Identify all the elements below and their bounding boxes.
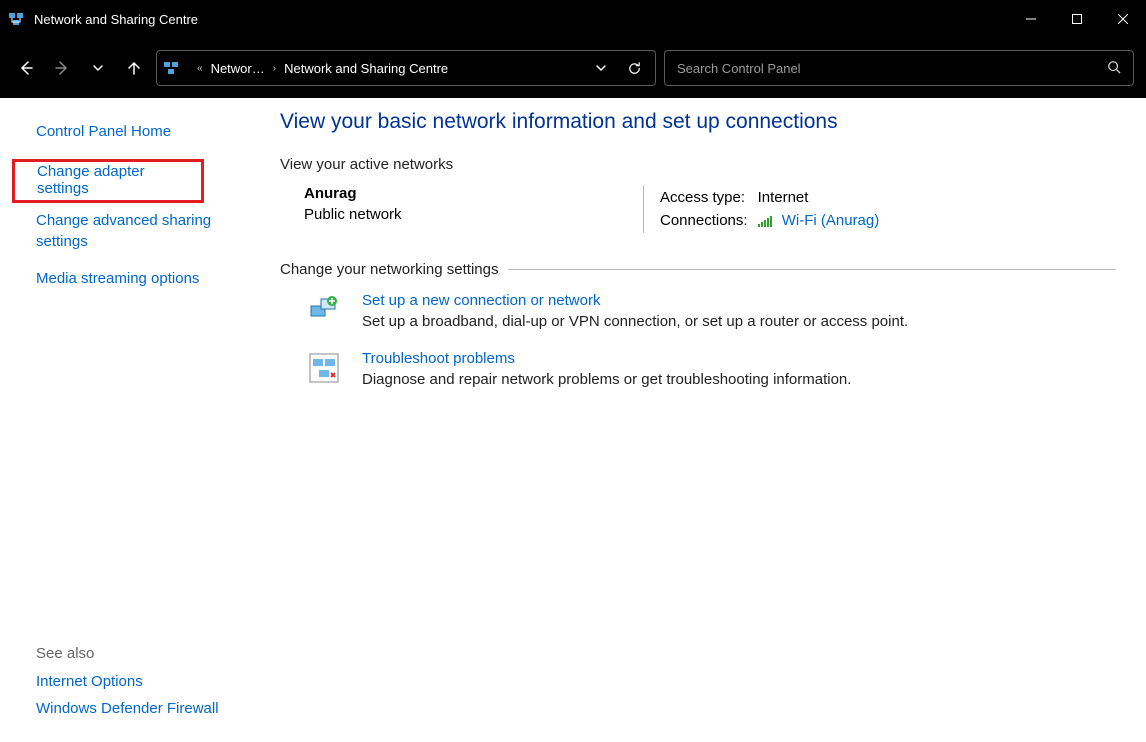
connections-label: Connections: [660, 210, 756, 231]
troubleshoot-desc: Diagnose and repair network problems or … [362, 371, 851, 388]
setup-connection-row: Set up a new connection or network Set u… [306, 292, 1116, 330]
minimize-button[interactable] [1008, 0, 1054, 38]
setup-connection-desc: Set up a broadband, dial-up or VPN conne… [362, 313, 908, 330]
settings-section-divider: Change your networking settings [280, 261, 1116, 278]
refresh-button[interactable] [619, 53, 649, 83]
active-network-row: Anurag Public network Access type: Inter… [304, 185, 1116, 233]
titlebar: Network and Sharing Centre [0, 0, 1146, 38]
chevron-left-icon[interactable]: « [193, 63, 207, 74]
troubleshoot-icon [306, 350, 342, 386]
network-sharing-icon [163, 60, 179, 76]
network-sharing-icon [8, 11, 24, 27]
breadcrumb-seg-1[interactable]: Networ… [211, 61, 265, 76]
settings-section-label: Change your networking settings [280, 261, 498, 278]
control-panel-home-link[interactable]: Control Panel Home [36, 118, 250, 145]
main-panel: View your basic network information and … [260, 98, 1146, 742]
search-icon[interactable] [1107, 60, 1121, 77]
media-streaming-options-link[interactable]: Media streaming options [36, 263, 250, 294]
sidebar: Control Panel Home Change adapter settin… [0, 98, 260, 742]
breadcrumb-seg-2[interactable]: Network and Sharing Centre [284, 61, 448, 76]
window-title: Network and Sharing Centre [34, 12, 198, 27]
network-name: Anurag [304, 185, 631, 202]
address-dropdown-button[interactable] [587, 54, 615, 82]
troubleshoot-link[interactable]: Troubleshoot problems [362, 350, 851, 367]
search-bar[interactable] [664, 50, 1134, 86]
up-button[interactable] [120, 54, 148, 82]
window: Network and Sharing Centre [0, 0, 1146, 742]
wifi-connection-link[interactable]: Wi-Fi (Anurag) [782, 212, 880, 229]
windows-defender-firewall-link[interactable]: Windows Defender Firewall [36, 695, 250, 722]
page-heading: View your basic network information and … [280, 110, 1116, 134]
change-advanced-sharing-link[interactable]: Change advanced sharing settings [36, 205, 250, 257]
access-type-label: Access type: [660, 187, 756, 208]
forward-button[interactable] [48, 54, 76, 82]
recent-locations-button[interactable] [84, 54, 112, 82]
toolbar: « Networ… › Network and Sharing Centre [0, 38, 1146, 98]
active-networks-label: View your active networks [280, 156, 1116, 173]
setup-connection-icon [306, 292, 342, 328]
see-also-label: See also [36, 645, 250, 662]
chevron-right-icon: › [269, 63, 280, 74]
internet-options-link[interactable]: Internet Options [36, 668, 250, 695]
maximize-button[interactable] [1054, 0, 1100, 38]
back-button[interactable] [12, 54, 40, 82]
troubleshoot-row: Troubleshoot problems Diagnose and repai… [306, 350, 1116, 388]
change-adapter-settings-highlight: Change adapter settings [12, 159, 204, 203]
close-button[interactable] [1100, 0, 1146, 38]
wifi-signal-icon [758, 215, 774, 228]
content-area: Control Panel Home Change adapter settin… [0, 98, 1146, 742]
address-bar[interactable]: « Networ… › Network and Sharing Centre [156, 50, 656, 86]
change-adapter-settings-link[interactable]: Change adapter settings [37, 163, 195, 197]
access-type-value: Internet [758, 187, 888, 208]
search-input[interactable] [677, 61, 1107, 76]
network-type: Public network [304, 206, 631, 223]
setup-connection-link[interactable]: Set up a new connection or network [362, 292, 908, 309]
